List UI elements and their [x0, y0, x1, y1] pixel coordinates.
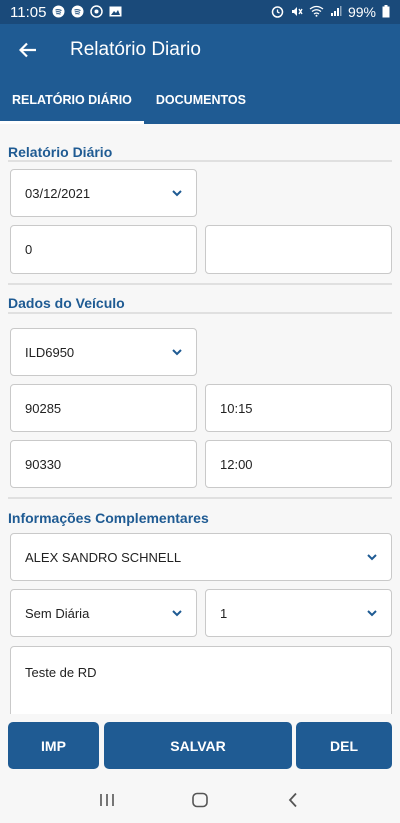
form-content[interactable]: Relatório Diário 03/12/2021 0 Dados do V… — [0, 124, 400, 714]
km-start-field[interactable]: 90285 — [10, 384, 197, 432]
quantity-value: 1 — [220, 605, 228, 621]
home-icon — [192, 792, 208, 807]
recents-icon — [99, 793, 114, 806]
spotify-icon — [71, 5, 84, 20]
page-title: Relatório Diario — [70, 39, 201, 60]
tab-label: DOCUMENTOS — [155, 93, 246, 107]
status-bar: 11:05 99% — [0, 0, 400, 24]
mute-icon — [290, 5, 303, 20]
status-left: 11:05 — [10, 4, 122, 21]
diaria-value: Sem Diária — [25, 605, 90, 621]
chevron-down-icon — [172, 348, 182, 356]
image-icon — [109, 6, 122, 19]
save-button[interactable]: SALVAR — [104, 722, 292, 769]
spotify-icon — [52, 5, 65, 20]
home-button[interactable] — [180, 785, 220, 815]
vehicle-plate-select[interactable]: ILD6950 — [10, 328, 197, 376]
chevron-down-icon — [367, 609, 377, 617]
chevron-down-icon — [172, 189, 182, 197]
tab-bar: RELATÓRIO DIÁRIO DOCUMENTOS — [0, 76, 400, 124]
status-right: 99% — [271, 4, 390, 20]
imp-button-label: IMP — [41, 737, 66, 754]
time-end-field[interactable]: 12:00 — [205, 440, 392, 488]
km-start-value: 90285 — [25, 400, 62, 416]
action-bar: IMP SALVAR DEL — [0, 714, 400, 776]
divider — [8, 497, 392, 499]
chevron-down-icon — [172, 609, 182, 617]
back-button[interactable] — [0, 24, 56, 76]
chevron-down-icon — [367, 553, 377, 561]
date-value: 03/12/2021 — [25, 185, 91, 201]
time-start-value: 10:15 — [220, 400, 253, 416]
section-title-veiculo: Dados do Veículo — [8, 295, 125, 311]
relatorio-number-value: 0 — [25, 242, 33, 257]
vehicle-plate-value: ILD6950 — [25, 344, 75, 360]
battery-percent: 99% — [347, 4, 376, 20]
recents-button[interactable] — [87, 785, 127, 815]
relatorio-number-field[interactable]: 0 — [10, 225, 197, 274]
section-title-complementares: Informações Complementares — [8, 510, 209, 526]
save-button-label: SALVAR — [170, 737, 226, 754]
chevron-left-icon — [289, 792, 297, 807]
time-start-field[interactable]: 10:15 — [205, 384, 392, 432]
signal-icon — [330, 5, 342, 19]
divider — [8, 283, 392, 285]
battery-icon — [382, 4, 390, 20]
relatorio-extra-field[interactable] — [205, 225, 392, 274]
time-end-value: 12:00 — [220, 456, 253, 472]
tab-documentos[interactable]: DOCUMENTOS — [144, 76, 258, 124]
notes-textarea[interactable]: Teste de RD — [10, 646, 392, 714]
system-nav-bar — [0, 776, 400, 823]
diaria-select[interactable]: Sem Diária — [10, 589, 197, 637]
delete-button-label: DEL — [330, 737, 358, 754]
back-nav-button[interactable] — [273, 785, 313, 815]
alarm-icon — [271, 5, 284, 20]
notes-value: Teste de RD — [25, 665, 97, 680]
km-end-field[interactable]: 90330 — [10, 440, 197, 488]
tab-relatorio-diario[interactable]: RELATÓRIO DIÁRIO — [0, 76, 144, 124]
driver-select[interactable]: ALEX SANDRO SCHNELL — [10, 533, 392, 581]
divider — [8, 160, 392, 162]
app-bar: Relatório Diario — [0, 24, 400, 76]
quantity-select[interactable]: 1 — [205, 589, 392, 637]
delete-button[interactable]: DEL — [296, 722, 392, 769]
date-select[interactable]: 03/12/2021 — [10, 169, 197, 217]
status-time: 11:05 — [10, 3, 47, 21]
divider — [8, 312, 392, 314]
arrow-left-icon — [19, 42, 36, 58]
section-title-relatorio: Relatório Diário — [8, 144, 113, 160]
driver-value: ALEX SANDRO SCHNELL — [25, 549, 182, 565]
wifi-icon — [309, 5, 324, 19]
imp-button[interactable]: IMP — [8, 722, 99, 769]
tab-label: RELATÓRIO DIÁRIO — [12, 93, 132, 107]
at-icon — [90, 4, 104, 20]
km-end-value: 90330 — [25, 456, 62, 472]
